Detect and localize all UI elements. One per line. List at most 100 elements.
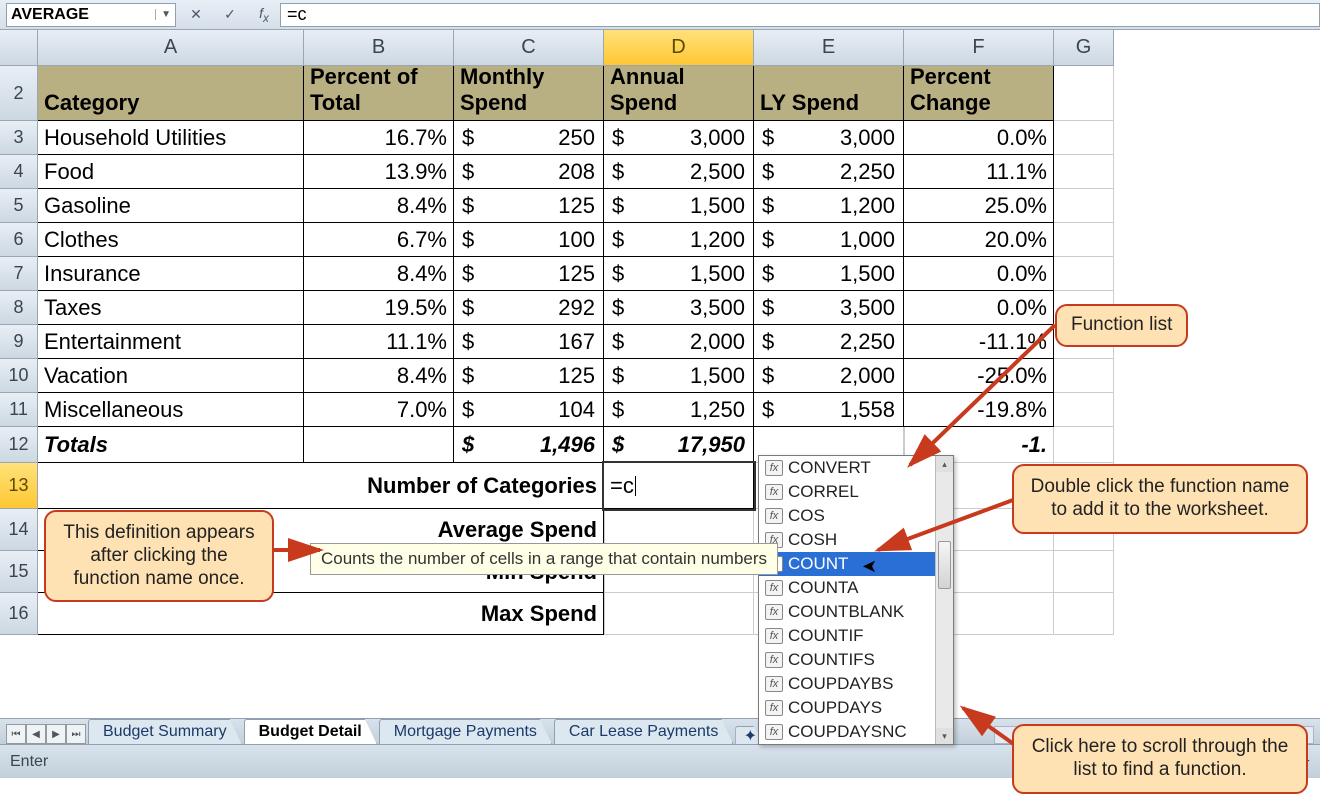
totals-b[interactable]	[304, 427, 454, 463]
row-header-2[interactable]: 2	[0, 66, 38, 121]
function-item-count[interactable]: fxCOUNT	[759, 552, 953, 576]
cell-g[interactable]	[1054, 427, 1114, 463]
column-header-F[interactable]: F	[904, 30, 1054, 66]
sheet-tab-budget-detail[interactable]: Budget Detail	[244, 719, 377, 744]
ly-cell[interactable]: $1,200	[754, 189, 904, 223]
category-cell[interactable]: Entertainment	[38, 325, 304, 359]
cell-g[interactable]	[1054, 189, 1114, 223]
percent-cell[interactable]: 16.7%	[304, 121, 454, 155]
monthly-cell[interactable]: $292	[454, 291, 604, 325]
cell-d16[interactable]	[604, 593, 754, 635]
cell-g[interactable]	[1054, 66, 1114, 121]
column-header-G[interactable]: G	[1054, 30, 1114, 66]
function-item-coupdaybs[interactable]: fxCOUPDAYBS	[759, 672, 953, 696]
cell-g15[interactable]	[1054, 551, 1114, 593]
tab-next-button[interactable]: ▶	[46, 724, 66, 744]
percent-cell[interactable]: 11.1%	[304, 325, 454, 359]
monthly-cell[interactable]: $167	[454, 325, 604, 359]
percent-cell[interactable]: 8.4%	[304, 257, 454, 291]
annual-cell[interactable]: $3,000	[604, 121, 754, 155]
tab-prev-button[interactable]: ◀	[26, 724, 46, 744]
ly-cell[interactable]: $1,000	[754, 223, 904, 257]
category-cell[interactable]: Miscellaneous	[38, 393, 304, 427]
annual-cell[interactable]: $2,000	[604, 325, 754, 359]
change-cell[interactable]: 11.1%	[904, 155, 1054, 189]
function-autocomplete-list[interactable]: fxCONVERTfxCORRELfxCOSfxCOSHfxCOUNTfxCOU…	[758, 455, 954, 745]
function-item-countifs[interactable]: fxCOUNTIFS	[759, 648, 953, 672]
column-header-C[interactable]: C	[454, 30, 604, 66]
function-item-coupdaysnc[interactable]: fxCOUPDAYSNC	[759, 720, 953, 744]
ly-cell[interactable]: $2,250	[754, 155, 904, 189]
function-list-scrollbar[interactable]: ▴ ▾	[935, 456, 953, 744]
num-categories-label[interactable]: Number of Categories	[38, 463, 604, 509]
cell-g[interactable]	[1054, 257, 1114, 291]
category-cell[interactable]: Clothes	[38, 223, 304, 257]
header-cell[interactable]: Percent Change	[904, 66, 1054, 121]
change-cell[interactable]: 0.0%	[904, 121, 1054, 155]
category-cell[interactable]: Gasoline	[38, 189, 304, 223]
row-header-16[interactable]: 16	[0, 593, 38, 635]
percent-cell[interactable]: 19.5%	[304, 291, 454, 325]
scroll-thumb[interactable]	[938, 541, 951, 589]
category-cell[interactable]: Food	[38, 155, 304, 189]
monthly-cell[interactable]: $125	[454, 359, 604, 393]
cell-g[interactable]	[1054, 359, 1114, 393]
row-header-5[interactable]: 5	[0, 189, 38, 223]
function-item-countif[interactable]: fxCOUNTIF	[759, 624, 953, 648]
row-header-3[interactable]: 3	[0, 121, 38, 155]
column-header-D[interactable]: D	[604, 30, 754, 66]
category-cell[interactable]: Household Utilities	[38, 121, 304, 155]
row-header-9[interactable]: 9	[0, 325, 38, 359]
row-header-7[interactable]: 7	[0, 257, 38, 291]
cell-g[interactable]	[1054, 223, 1114, 257]
header-cell[interactable]: Annual Spend	[604, 66, 754, 121]
function-item-cos[interactable]: fxCOS	[759, 504, 953, 528]
function-item-coupdays[interactable]: fxCOUPDAYS	[759, 696, 953, 720]
percent-cell[interactable]: 13.9%	[304, 155, 454, 189]
scroll-up-button[interactable]: ▴	[936, 456, 953, 472]
row-header-8[interactable]: 8	[0, 291, 38, 325]
column-header-A[interactable]: A	[38, 30, 304, 66]
change-cell[interactable]: 20.0%	[904, 223, 1054, 257]
change-cell[interactable]: 25.0%	[904, 189, 1054, 223]
select-all-corner[interactable]	[0, 30, 38, 66]
row-header-15[interactable]: 15	[0, 551, 38, 593]
cell-g[interactable]	[1054, 121, 1114, 155]
name-box[interactable]: AVERAGE ▼	[6, 3, 176, 27]
sheet-tab-budget-summary[interactable]: Budget Summary	[88, 719, 242, 744]
category-cell[interactable]: Vacation	[38, 359, 304, 393]
monthly-cell[interactable]: $125	[454, 189, 604, 223]
percent-cell[interactable]: 6.7%	[304, 223, 454, 257]
formula-input[interactable]: =c	[280, 3, 1320, 27]
cancel-formula-button[interactable]: ✕	[186, 5, 206, 25]
column-header-B[interactable]: B	[304, 30, 454, 66]
change-cell[interactable]: 0.0%	[904, 291, 1054, 325]
tab-first-button[interactable]: ⏮	[6, 724, 26, 744]
enter-formula-button[interactable]: ✓	[220, 5, 240, 25]
function-item-cosh[interactable]: fxCOSH	[759, 528, 953, 552]
row-header-6[interactable]: 6	[0, 223, 38, 257]
column-header-E[interactable]: E	[754, 30, 904, 66]
percent-cell[interactable]: 7.0%	[304, 393, 454, 427]
ly-cell[interactable]: $1,558	[754, 393, 904, 427]
annual-cell[interactable]: $1,500	[604, 359, 754, 393]
tab-last-button[interactable]: ⏭	[66, 724, 86, 744]
percent-cell[interactable]: 8.4%	[304, 189, 454, 223]
chevron-down-icon[interactable]: ▼	[155, 9, 171, 20]
function-item-counta[interactable]: fxCOUNTA	[759, 576, 953, 600]
annual-cell[interactable]: $2,500	[604, 155, 754, 189]
monthly-cell[interactable]: $100	[454, 223, 604, 257]
header-cell[interactable]: LY Spend	[754, 66, 904, 121]
category-cell[interactable]: Taxes	[38, 291, 304, 325]
sheet-tab-mortgage-payments[interactable]: Mortgage Payments	[379, 719, 552, 744]
ly-cell[interactable]: $3,500	[754, 291, 904, 325]
cell-g16[interactable]	[1054, 593, 1114, 635]
annual-cell[interactable]: $1,500	[604, 257, 754, 291]
cell-g[interactable]	[1054, 393, 1114, 427]
change-cell[interactable]: -19.8%	[904, 393, 1054, 427]
row-header-10[interactable]: 10	[0, 359, 38, 393]
active-cell-d13[interactable]: =c	[604, 463, 754, 509]
annual-cell[interactable]: $1,500	[604, 189, 754, 223]
function-item-convert[interactable]: fxCONVERT	[759, 456, 953, 480]
row-header-12[interactable]: 12	[0, 427, 38, 463]
